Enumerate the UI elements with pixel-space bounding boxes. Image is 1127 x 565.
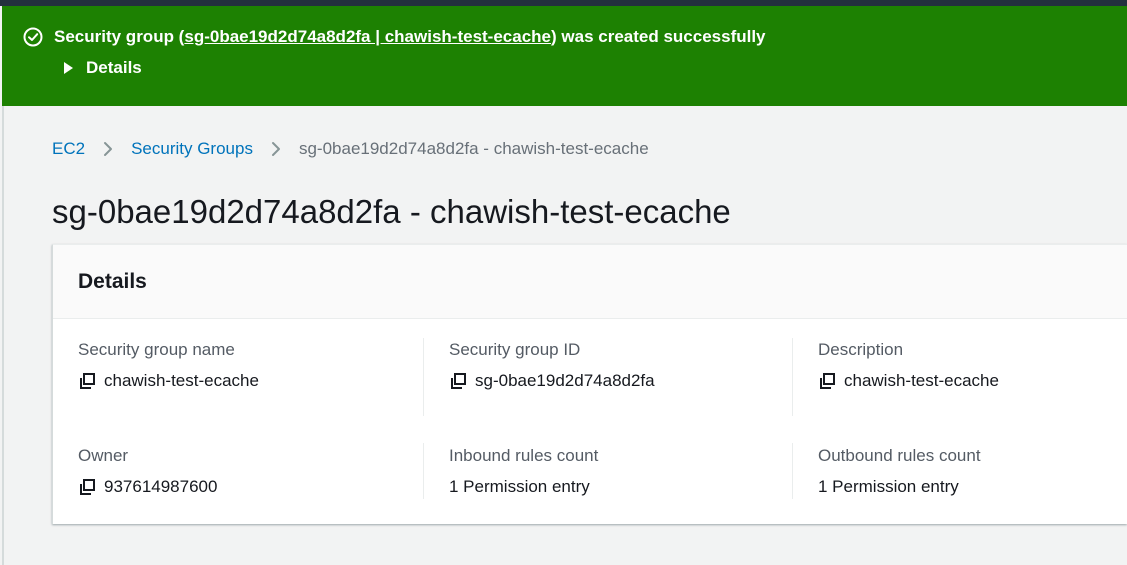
column-divider [792, 443, 793, 499]
outbound-rules-count-text: 1 Permission entry [818, 477, 959, 496]
caret-right-icon [64, 62, 73, 74]
field-label-description: Description [818, 340, 904, 359]
security-group-id-text: sg-0bae19d2d74a8d2fa [475, 371, 655, 390]
breadcrumb: EC2 Security Groups sg-0bae19d2d74a8d2fa… [52, 138, 649, 160]
copy-icon[interactable] [78, 478, 96, 496]
column-divider [792, 338, 793, 416]
field-label-security-group-id: Security group ID [449, 340, 581, 359]
field-value-security-group-name: chawish-test-ecache [78, 370, 259, 392]
field-value-security-group-id: sg-0bae19d2d74a8d2fa [449, 370, 655, 392]
copy-icon[interactable] [449, 372, 467, 390]
copy-icon[interactable] [78, 372, 96, 390]
flash-message: Security group (sg-0bae19d2d74a8d2fa | c… [54, 26, 766, 48]
security-group-name-text: chawish-test-ecache [104, 371, 259, 390]
check-circle-icon [23, 27, 43, 47]
field-value-owner: 937614987600 [78, 476, 217, 498]
flash-details-toggle[interactable]: Details [64, 57, 142, 79]
breadcrumb-ec2[interactable]: EC2 [52, 139, 85, 159]
field-value-outbound-rules-count: 1 Permission entry [818, 476, 959, 498]
inbound-rules-count-text: 1 Permission entry [449, 477, 590, 496]
flash-message-suffix: ) was created successfully [551, 27, 766, 46]
success-flash-banner: Security group (sg-0bae19d2d74a8d2fa | c… [2, 6, 1127, 106]
content-left-edge [2, 106, 4, 565]
flash-message-prefix: Security group ( [54, 27, 185, 46]
security-group-link[interactable]: sg-0bae19d2d74a8d2fa | chawish-test-ecac… [184, 27, 551, 46]
field-label-inbound-rules-count: Inbound rules count [449, 446, 599, 465]
description-text: chawish-test-ecache [844, 371, 999, 390]
field-label-owner: Owner [78, 446, 129, 465]
field-label-security-group-name: Security group name [78, 340, 235, 359]
details-panel: Details Security group name chawish-test… [52, 244, 1127, 524]
details-panel-header: Details [53, 245, 1127, 319]
details-heading: Details [78, 270, 147, 293]
field-label-outbound-rules-count: Outbound rules count [818, 446, 981, 465]
field-value-description: chawish-test-ecache [818, 370, 999, 392]
field-value-inbound-rules-count: 1 Permission entry [449, 476, 590, 498]
chevron-right-icon [271, 142, 280, 156]
owner-text: 937614987600 [104, 477, 218, 496]
chevron-right-icon [104, 142, 113, 156]
page-title: sg-0bae19d2d74a8d2fa - chawish-test-ecac… [52, 193, 731, 230]
breadcrumb-current: sg-0bae19d2d74a8d2fa - chawish-test-ecac… [298, 139, 649, 158]
breadcrumb-security-groups[interactable]: Security Groups [131, 139, 253, 159]
column-divider [423, 443, 424, 499]
column-divider [423, 338, 424, 416]
copy-icon[interactable] [818, 372, 836, 390]
flash-details-label: Details [86, 58, 142, 77]
